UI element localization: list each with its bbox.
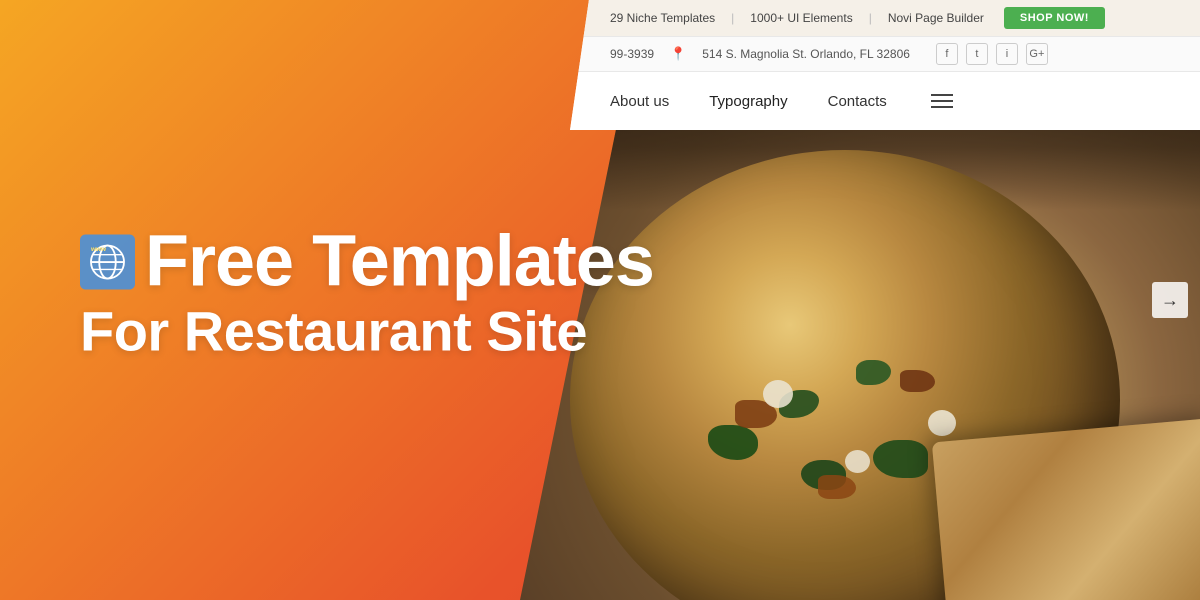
- nav-bar: About us Typography Contacts: [570, 72, 1200, 130]
- nav-typography[interactable]: Typography: [709, 93, 787, 110]
- separator-2: |: [869, 11, 872, 25]
- social-icons-group: f t i G+: [936, 43, 1048, 65]
- instagram-icon[interactable]: i: [996, 43, 1018, 65]
- hamburger-line-1: [931, 94, 953, 96]
- topping-white-3: [928, 410, 956, 436]
- hero-title-line1: Free Templates: [145, 225, 654, 301]
- ui-elements-text: 1000+ UI Elements: [750, 11, 852, 25]
- hero-title-line2: For Restaurant Site: [80, 299, 587, 362]
- separator-1: |: [731, 11, 734, 25]
- phone-number: 99-3939: [610, 47, 654, 61]
- nav-contacts[interactable]: Contacts: [828, 93, 887, 110]
- address-text: 514 S. Magnolia St. Orlando, FL 32806: [702, 47, 910, 61]
- shop-now-button[interactable]: SHOP NOW!: [1004, 7, 1105, 29]
- browser-chrome: 29 Niche Templates | 1000+ UI Elements |…: [570, 0, 1200, 130]
- topping-white-1: [763, 380, 793, 408]
- topping-green-5: [873, 440, 928, 478]
- title-line-2-row: For Restaurant Site: [80, 300, 654, 362]
- googleplus-icon[interactable]: G+: [1026, 43, 1048, 65]
- next-arrow-button[interactable]: →: [1152, 282, 1188, 318]
- wooden-board: [932, 418, 1200, 600]
- title-line-1-row: www Free Templates: [80, 225, 654, 301]
- hamburger-line-3: [931, 106, 953, 108]
- promo-bar: 29 Niche Templates | 1000+ UI Elements |…: [570, 0, 1200, 36]
- topping-brown-2: [818, 475, 856, 499]
- topping-green-1: [708, 425, 758, 460]
- facebook-icon[interactable]: f: [936, 43, 958, 65]
- nav-about-us[interactable]: About us: [610, 93, 669, 110]
- hamburger-menu[interactable]: [927, 90, 957, 112]
- globe-icon: www: [80, 235, 135, 290]
- topping-brown-3: [900, 370, 935, 392]
- main-wrapper: 29 Niche Templates | 1000+ UI Elements |…: [0, 0, 1200, 600]
- niche-templates-text: 29 Niche Templates: [610, 11, 715, 25]
- hamburger-line-2: [931, 100, 953, 102]
- page-builder-text: Novi Page Builder: [888, 11, 984, 25]
- twitter-icon[interactable]: t: [966, 43, 988, 65]
- hero-content: www Free Templates For Restaurant Site: [80, 225, 654, 362]
- svg-text:www: www: [90, 246, 106, 253]
- location-pin-icon: 📍: [670, 46, 686, 62]
- topping-green-4: [856, 360, 891, 385]
- topping-white-2: [845, 450, 870, 473]
- address-bar: 99-3939 📍 514 S. Magnolia St. Orlando, F…: [570, 36, 1200, 72]
